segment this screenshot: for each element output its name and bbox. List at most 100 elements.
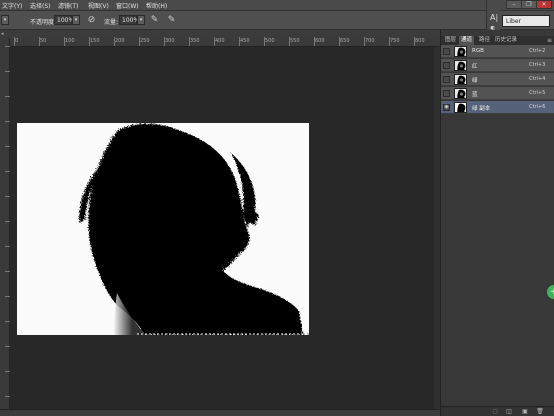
ruler-mark-label: 400: [215, 38, 225, 44]
load-selection-icon[interactable]: ◌: [491, 408, 499, 415]
ruler-mark-label: 250: [140, 38, 150, 44]
channel-panel-footer: ◌ ◫ ▣ 🗑: [441, 406, 554, 416]
save-selection-icon[interactable]: ◫: [505, 408, 513, 415]
menu-select[interactable]: 选择(S): [30, 1, 51, 10]
panel-tab-bar: 图层 通道 路径 历史记录 ≡: [441, 36, 554, 45]
horizontal-ruler: 0 50 100 150 200 250 300 350 400 450 500 550 600 650 7…: [10, 37, 440, 47]
channel-thumbnail: [454, 60, 467, 71]
ruler-tick: [114, 37, 115, 46]
eye-icon[interactable]: [443, 90, 450, 97]
channel-thumbnail: [454, 46, 467, 57]
eye-icon[interactable]: [443, 62, 450, 69]
restore-icon[interactable]: ❐: [521, 0, 537, 9]
status-bar: [0, 409, 440, 416]
ruler-tick: [264, 37, 265, 46]
ruler-mark-label: 200: [115, 38, 125, 44]
channel-shortcut: Ctrl+2: [529, 48, 546, 54]
ruler-tick: [339, 37, 340, 46]
opacity-label: 不透明度:: [30, 19, 57, 26]
menu-view[interactable]: 视图(V): [88, 1, 109, 10]
minimize-icon[interactable]: –: [506, 0, 522, 9]
channel-shortcut: Ctrl+4: [529, 76, 546, 82]
window-controls: – ❐ ✕: [504, 0, 554, 9]
document-image[interactable]: [17, 123, 309, 335]
delete-channel-icon[interactable]: 🗑: [536, 408, 544, 415]
menu-help[interactable]: 帮助(H): [146, 1, 167, 10]
menu-filter[interactable]: 滤镜(T): [58, 1, 78, 10]
flow-dropdown[interactable]: ▾: [137, 15, 145, 25]
ruler-mark-label: 600: [315, 38, 325, 44]
ruler-mark-label: 650: [340, 38, 350, 44]
ruler-mark-label: 300: [165, 38, 175, 44]
channel-name: 蓝: [472, 92, 478, 98]
ruler-tick: [39, 37, 40, 46]
tablet-pressure-icon[interactable]: ✎: [166, 15, 177, 26]
eye-icon[interactable]: [443, 48, 450, 55]
ruler-mark-label: 150: [90, 38, 100, 44]
options-bar: ▾ 不透明度: 100% ▾ ⊘ 流量: 100% ▾ ✎ ✎: [0, 11, 554, 30]
ruler-tick: [64, 37, 65, 46]
channel-thumbnail: [454, 102, 467, 113]
document-tab-strip: ◂: [0, 30, 440, 38]
ruler-tick: [414, 37, 415, 46]
plus-icon[interactable]: +: [547, 285, 554, 299]
ruler-tick: [389, 37, 390, 46]
eye-icon[interactable]: ◉: [443, 104, 450, 111]
text-tool-icon[interactable]: A|: [490, 13, 498, 22]
silhouette-image: [17, 123, 309, 335]
tab-channels[interactable]: 通道: [459, 36, 475, 45]
close-icon[interactable]: ✕: [536, 0, 552, 9]
ruler-mark-label: 500: [265, 38, 275, 44]
channel-name: 绿 副本: [472, 106, 491, 112]
menu-type[interactable]: 文字(Y): [2, 1, 22, 10]
ruler-mark-label: 800: [415, 38, 425, 44]
ruler-tick: [14, 37, 15, 46]
ruler-tick: [314, 37, 315, 46]
menu-window[interactable]: 窗口(W): [116, 1, 139, 10]
tab-history[interactable]: 历史记录: [493, 36, 519, 45]
ruler-tick: [89, 37, 90, 46]
ruler-tick: [239, 37, 240, 46]
eye-icon[interactable]: [443, 76, 450, 83]
channel-row[interactable]: 绿 Ctrl+4: [441, 73, 554, 86]
ruler-tick: [364, 37, 365, 46]
ruler-mark-label: 50: [40, 38, 47, 44]
ruler-mark-label: 750: [390, 38, 400, 44]
tab-layers[interactable]: 图层: [443, 36, 458, 45]
channel-name: 红: [472, 64, 478, 70]
channel-row[interactable]: 红 Ctrl+3: [441, 59, 554, 72]
panel-menu-icon[interactable]: ≡: [547, 36, 552, 45]
ruler-mark-label: 0: [15, 38, 19, 44]
tab-paths[interactable]: 路径: [477, 36, 492, 45]
channel-row[interactable]: ◉ 绿 副本 Ctrl+6: [441, 101, 554, 114]
font-family-field[interactable]: Liber: [502, 15, 550, 27]
ruler-tick: [164, 37, 165, 46]
menu-bar: 文字(Y) 选择(S) 滤镜(T) 视图(V) 窗口(W) 帮助(H): [0, 0, 554, 11]
pressure-icon[interactable]: ⊘: [86, 15, 97, 26]
channel-thumbnail: [454, 88, 467, 99]
flow-label: 流量:: [104, 19, 119, 26]
opacity-input[interactable]: 100%: [54, 15, 74, 25]
vertical-ruler: [0, 38, 10, 410]
channel-row[interactable]: 蓝 Ctrl+5: [441, 87, 554, 100]
channel-shortcut: Ctrl+5: [529, 90, 546, 96]
channel-row[interactable]: RGB Ctrl+2: [441, 45, 554, 58]
flow-input[interactable]: 100%: [119, 15, 139, 25]
new-channel-icon[interactable]: ▣: [521, 408, 529, 415]
ruler-mark-label: 700: [365, 38, 375, 44]
ruler-tick: [289, 37, 290, 46]
ruler-mark-label: 350: [190, 38, 200, 44]
ruler-tick: [214, 37, 215, 46]
channel-name: RGB: [472, 48, 484, 54]
chevron-left-icon[interactable]: ◂: [1, 31, 4, 37]
channel-thumbnail: [454, 74, 467, 85]
ruler-mark-label: 450: [240, 38, 250, 44]
ruler-tick: [189, 37, 190, 46]
channel-shortcut: Ctrl+3: [529, 62, 546, 68]
ruler-mark-label: 100: [65, 38, 75, 44]
airbrush-icon[interactable]: ✎: [149, 15, 160, 26]
tool-preset-dropdown[interactable]: ▾: [1, 15, 9, 25]
channel-shortcut: Ctrl+6: [529, 104, 546, 110]
ruler-tick: [139, 37, 140, 46]
opacity-dropdown[interactable]: ▾: [72, 15, 80, 25]
